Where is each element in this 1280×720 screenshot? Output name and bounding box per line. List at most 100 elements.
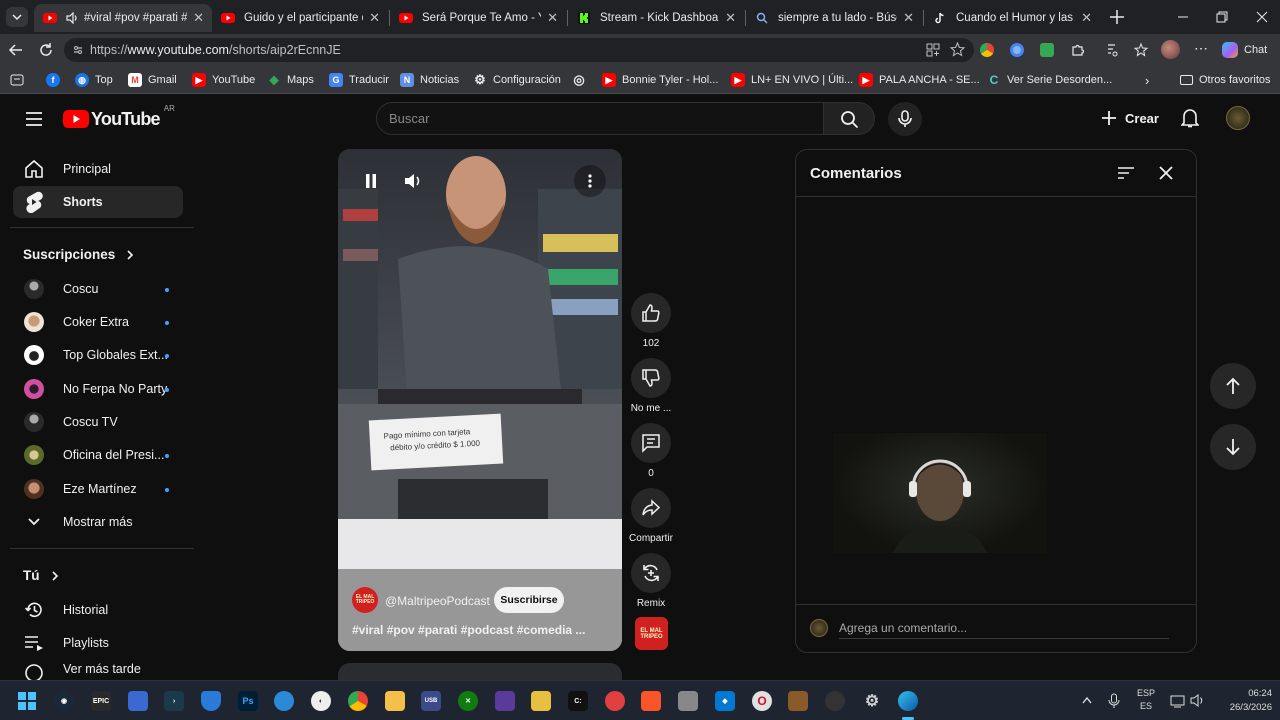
brave-icon[interactable] xyxy=(641,691,661,711)
share-button[interactable] xyxy=(631,488,671,528)
app-icon-grid[interactable] xyxy=(678,691,698,711)
subscribe-button[interactable]: Suscribirse xyxy=(494,587,564,613)
notifications-bell-icon[interactable] xyxy=(1181,108,1199,128)
puzzle-icon[interactable] xyxy=(1070,42,1086,58)
bookmark-bonnie-tyler[interactable]: ▶ Bonnie Tyler - Hol... xyxy=(602,72,718,88)
bookmark-maps[interactable]: ⬥ Maps xyxy=(267,72,313,88)
address-bar[interactable]: https://www.youtube.com/shorts/aip2rEcnn… xyxy=(64,38,974,62)
extension-icon-3[interactable] xyxy=(1040,43,1054,57)
speaker-icon[interactable] xyxy=(1190,693,1206,708)
close-tab-icon[interactable]: ✕ xyxy=(547,10,558,26)
bookmark-traducir[interactable]: G Traducir xyxy=(329,72,389,88)
app-icon-yellow[interactable] xyxy=(531,691,551,711)
app-icon-red[interactable] xyxy=(605,691,625,711)
clock[interactable]: 06:24 26/3/2026 xyxy=(1210,687,1272,715)
previous-short-button[interactable] xyxy=(1210,363,1256,409)
minimize-button[interactable] xyxy=(1176,10,1190,24)
subscription-item[interactable]: No Ferpa No Party xyxy=(13,373,183,405)
search-box[interactable]: Buscar xyxy=(376,102,824,135)
bookmark-configuracion[interactable]: ⚙ Configuración xyxy=(473,72,561,88)
subscription-item[interactable]: Eze Martínez xyxy=(13,473,183,505)
sidebar-item-ver-mas-tarde[interactable]: Ver más tarde xyxy=(13,660,183,680)
reload-button[interactable] xyxy=(38,42,54,58)
favorites-icon[interactable] xyxy=(1133,42,1149,58)
extension-icon-2[interactable] xyxy=(1010,43,1024,57)
bookmark-facebook[interactable]: f xyxy=(46,72,66,88)
subscription-item[interactable]: Oficina del Presi... xyxy=(13,439,183,471)
sidebar-item-historial[interactable]: Historial xyxy=(13,594,183,626)
browser-tab[interactable]: siempre a tu lado - Búsqueda ✕ xyxy=(746,4,922,32)
speaker-icon[interactable] xyxy=(66,12,80,24)
bookmark-top[interactable]: ◍ Top xyxy=(75,72,113,88)
bookmark-youtube[interactable]: ▶ YouTube xyxy=(192,72,255,88)
pause-icon[interactable] xyxy=(364,173,378,189)
photoshop-icon[interactable]: Ps xyxy=(238,691,258,711)
like-button[interactable] xyxy=(631,293,671,333)
extension-icon-1[interactable] xyxy=(980,43,994,57)
short-title[interactable]: #viral #pov #parati #podcast #comedia ..… xyxy=(352,623,585,637)
subscription-item[interactable]: Coker Extra xyxy=(13,306,183,338)
sidebar-item-playlists[interactable]: Playlists xyxy=(13,627,183,659)
remix-button[interactable] xyxy=(631,553,671,593)
back-button[interactable] xyxy=(8,42,24,58)
subscriptions-heading[interactable]: Suscripciones xyxy=(23,247,135,262)
globe-app-icon[interactable] xyxy=(274,691,294,711)
bookmark-ln-en-vivo[interactable]: ▶ LN+ EN VIVO | Últi... xyxy=(731,72,853,88)
search-button[interactable] xyxy=(823,102,875,135)
sidebar-item-principal[interactable]: Principal xyxy=(13,153,183,185)
chevron-up-icon[interactable] xyxy=(1082,696,1092,704)
media-control-icon[interactable] xyxy=(1103,42,1119,58)
more-options-button[interactable] xyxy=(574,165,606,197)
dislike-button[interactable] xyxy=(631,358,671,398)
app-icon-dark[interactable] xyxy=(825,691,845,711)
star-icon[interactable] xyxy=(950,42,965,57)
sidebar-item-shorts[interactable]: Shorts xyxy=(13,186,183,218)
maximize-button[interactable] xyxy=(1215,10,1229,24)
hamburger-menu-icon[interactable] xyxy=(25,111,43,127)
command-prompt-icon[interactable]: C: xyxy=(568,691,588,711)
close-tab-icon[interactable]: ✕ xyxy=(725,10,736,26)
file-explorer-icon[interactable] xyxy=(385,691,405,711)
close-tab-icon[interactable]: ✕ xyxy=(1081,10,1092,26)
windows-start-icon[interactable] xyxy=(17,691,37,711)
edge-icon[interactable] xyxy=(898,691,918,711)
chrome-icon[interactable] xyxy=(348,691,368,711)
bookmark-gmail[interactable]: M Gmail xyxy=(128,72,177,88)
subscription-item[interactable]: Top Globales Ext... xyxy=(13,339,183,371)
subscription-item[interactable]: Coscu xyxy=(13,273,183,305)
steam-icon[interactable]: ◉ xyxy=(54,691,74,711)
show-more-button[interactable]: Mostrar más xyxy=(13,506,183,538)
bookmark-pala-ancha[interactable]: ▶ PALA ANCHA - SE... xyxy=(859,72,980,88)
site-info-icon[interactable] xyxy=(72,44,84,56)
audio-source-thumbnail[interactable]: EL MAL TRIPEO xyxy=(635,617,668,650)
terminal-app-icon[interactable]: › xyxy=(164,691,184,711)
close-icon[interactable] xyxy=(1159,166,1173,180)
close-tab-icon[interactable]: ✕ xyxy=(903,10,914,26)
next-short-button[interactable] xyxy=(1210,424,1256,470)
install-app-icon[interactable] xyxy=(926,43,940,57)
browser-tab[interactable]: Cuando el Humor y las Mater ✕ xyxy=(924,4,1100,32)
copilot-chat-button[interactable]: Chat xyxy=(1222,41,1267,59)
sort-icon[interactable] xyxy=(1117,166,1135,180)
network-icon[interactable] xyxy=(1170,693,1185,708)
settings-icon[interactable]: ⚙ xyxy=(862,691,882,711)
vscode-icon[interactable]: ◆ xyxy=(715,691,735,711)
profile-avatar[interactable] xyxy=(1161,40,1180,59)
reading-list-icon[interactable] xyxy=(10,74,24,86)
next-short-preview[interactable] xyxy=(338,663,622,680)
browser-tab[interactable]: Stream - Kick Dashboard ✕ xyxy=(568,4,744,32)
language-indicator[interactable]: ESP ES xyxy=(1135,687,1157,713)
close-tab-icon[interactable]: ✕ xyxy=(369,10,380,26)
close-window-button[interactable] xyxy=(1255,10,1269,24)
channel-avatar[interactable]: EL MAL TRIPEO xyxy=(352,587,378,613)
close-tab-icon[interactable]: ✕ xyxy=(193,10,204,26)
xbox-icon[interactable]: ✕ xyxy=(458,691,478,711)
volume-icon[interactable] xyxy=(404,173,424,189)
epic-games-icon[interactable]: EPIC xyxy=(91,691,111,711)
menu-button[interactable]: ⋯ xyxy=(1193,41,1209,58)
comments-button[interactable] xyxy=(631,423,671,463)
bookmark-ver-serie[interactable]: C Ver Serie Desorden... xyxy=(987,72,1113,88)
account-avatar[interactable] xyxy=(1226,106,1250,130)
add-comment-input[interactable]: Agrega un comentario... xyxy=(839,621,967,635)
app-icon[interactable] xyxy=(128,691,148,711)
